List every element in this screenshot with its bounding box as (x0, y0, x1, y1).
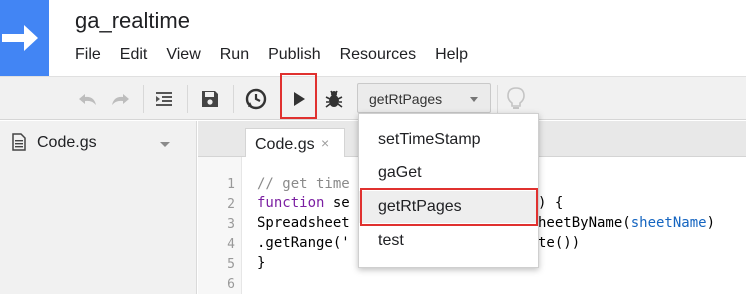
code-text: se (324, 195, 350, 211)
indent-button[interactable] (150, 81, 178, 117)
toolbar-divider (143, 85, 144, 113)
code-line-5: } (257, 255, 266, 271)
menu-run[interactable]: Run (220, 46, 249, 64)
menu-item-settimestamp[interactable]: setTimeStamp (359, 124, 538, 156)
line-number: 6 (227, 277, 235, 292)
debug-button[interactable] (320, 81, 348, 117)
redo-icon (112, 94, 129, 105)
undo-icon (79, 94, 96, 105)
triggers-button[interactable] (241, 81, 271, 117)
menu-item-gaget[interactable]: gaGet (359, 157, 538, 189)
line-number: 4 (227, 237, 235, 252)
function-select-value: getRtPages (369, 91, 443, 107)
close-icon[interactable]: × (321, 135, 329, 151)
function-select[interactable]: getRtPages (357, 83, 491, 113)
code-line-3: Spreadsheet (257, 215, 350, 231)
menu-help[interactable]: Help (435, 46, 468, 64)
file-item-code-gs[interactable]: Code.gs (0, 129, 196, 157)
line-number: 5 (227, 257, 235, 272)
menu-edit[interactable]: Edit (120, 46, 148, 64)
toolbar-divider (497, 85, 498, 113)
apps-script-arrow-icon (2, 25, 38, 51)
triggers-clock-icon (245, 88, 267, 110)
menu-publish[interactable]: Publish (268, 46, 320, 64)
apps-script-logo[interactable] (0, 0, 49, 76)
undo-button[interactable] (74, 81, 102, 117)
code-keyword: function (257, 195, 325, 211)
lightbulb-icon (507, 87, 525, 109)
save-button[interactable] (196, 81, 224, 117)
selected-function-highlight (360, 188, 538, 226)
menu-bar: File Edit View Run Publish Resources Hel… (75, 46, 487, 64)
code-line-1: // get time (257, 176, 350, 192)
file-menu-caret-icon[interactable] (160, 142, 170, 147)
menu-item-test[interactable]: test (359, 225, 538, 257)
code-variable: sheetName (630, 215, 707, 231)
chevron-down-icon (470, 97, 478, 102)
save-icon (202, 91, 218, 107)
code-line-2-tail: ) { (538, 195, 564, 211)
line-number-gutter: 1 2 3 4 5 6 (198, 157, 242, 294)
menu-view[interactable]: View (166, 46, 200, 64)
code-text: ) (706, 215, 716, 231)
toolbar-divider (233, 85, 234, 113)
code-text: heetByName( (538, 215, 631, 231)
code-line-3-tail: heetByName(sheetName) (538, 215, 715, 231)
document-icon (12, 133, 26, 151)
execution-hints-button[interactable] (502, 81, 530, 117)
indent-icon (156, 92, 172, 106)
line-number: 2 (227, 197, 235, 212)
code-line-2: function se (257, 195, 350, 211)
project-title[interactable]: ga_realtime (75, 8, 190, 34)
file-sidebar: Code.gs (0, 121, 197, 294)
menu-file[interactable]: File (75, 46, 101, 64)
toolbar-divider (187, 85, 188, 113)
menu-resources[interactable]: Resources (340, 46, 416, 64)
line-number: 1 (227, 177, 235, 192)
line-number: 3 (227, 217, 235, 232)
code-line-4-tail: te()) (538, 235, 581, 251)
tab-label: Code.gs (255, 136, 315, 153)
redo-button[interactable] (106, 81, 134, 117)
debug-bug-icon (325, 90, 343, 108)
run-button-highlight (280, 73, 317, 119)
file-name: Code.gs (37, 134, 97, 151)
code-line-4: .getRange(' (257, 235, 350, 251)
tab-code-gs[interactable]: Code.gs × (245, 128, 345, 158)
